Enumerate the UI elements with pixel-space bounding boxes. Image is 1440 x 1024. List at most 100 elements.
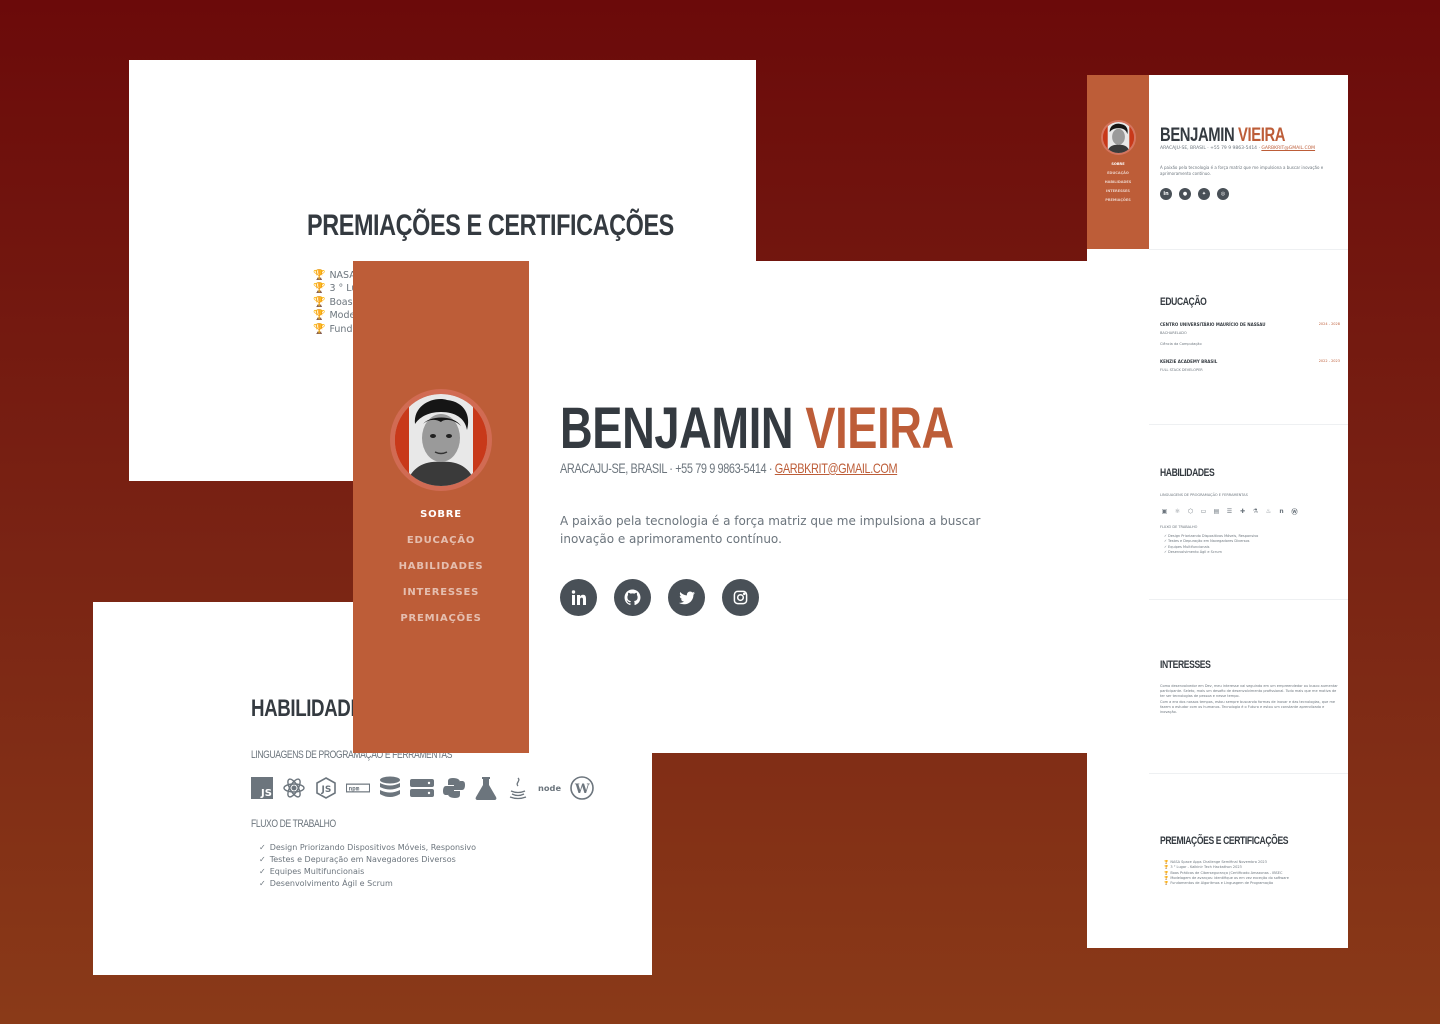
nodejs-icon: ⬡ <box>1187 508 1194 515</box>
svg-text:node: node <box>538 783 561 793</box>
nav-item-habilidades[interactable]: HABILIDADES <box>353 561 529 587</box>
mini-languages-label: LINGUAGENS DE PROGRAMAÇÃO E FERRAMENTAS <box>1160 493 1248 497</box>
nav-item-educacao[interactable]: EDUCAÇÃO <box>353 535 529 561</box>
python-icon: ✚ <box>1239 508 1246 515</box>
workflow-subheading: FLUXO DE TRABALHO <box>251 818 336 830</box>
tool-icons-row: JS JS npm node W <box>250 776 594 800</box>
mini-skills-title: HABILIDADES <box>1160 467 1215 479</box>
workflow-list: ✓ Design Priorizando Dispositivos Móveis,… <box>259 842 476 890</box>
mini-nav-item[interactable]: PREMIAÇÕES <box>1087 198 1149 207</box>
sidebar-nav: SOBRE EDUCAÇÃO HABILIDADES INTERESSES PR… <box>353 509 529 639</box>
check-icon: ✓ <box>259 855 266 864</box>
mini-nav-item[interactable]: HABILIDADES <box>1087 180 1149 189</box>
list-item: ✓ Testes e Depuração em Navegadores Diver… <box>259 855 456 864</box>
trophy-icon: 🏆 <box>1164 881 1169 886</box>
mini-nav: SOBRE EDUCAÇÃO HABILIDADES INTERESSES PR… <box>1087 162 1149 207</box>
flask-icon <box>474 776 498 800</box>
mini-edu-course-1: Ciência da Computação <box>1160 342 1202 346</box>
email-link[interactable]: GARBKRIT@GMAIL.COM <box>775 460 898 476</box>
trophy-icon: 🏆 <box>313 310 326 322</box>
linkedin-icon[interactable]: in <box>1160 188 1172 200</box>
mini-awards-list: 🏆 NASA Space Apps Challenge Semifinal Nov… <box>1164 860 1289 886</box>
mini-edu-school-2: KENZIE ACADEMY BRASIL <box>1160 359 1218 364</box>
list-item: 🏆 Model <box>313 310 358 322</box>
list-item: 🏆 3 ° Lu <box>313 283 358 295</box>
nodejs-icon: JS <box>314 776 338 800</box>
mini-nav-item[interactable]: EDUCAÇÃO <box>1087 171 1149 180</box>
trophy-icon: 🏆 <box>1164 865 1169 870</box>
list-item: ✓ Desenvolvimento Ágil e Scrum <box>259 879 393 888</box>
mini-workflow-list: ✓ Design Priorizando Dispositivos Móveis… <box>1164 534 1258 555</box>
check-icon: ✓ <box>259 879 266 888</box>
mini-education-title: EDUCAÇÃO <box>1160 296 1207 308</box>
mini-edu-degree-2: FULL STACK DEVELOPER <box>1160 368 1203 372</box>
divider <box>1149 773 1348 774</box>
person-name: BENJAMIN VIEIRA <box>560 396 954 461</box>
npm-icon: npm <box>346 776 370 800</box>
mini-edu-dates-2: 2022 - 2023 <box>1318 359 1340 363</box>
trophy-icon: 🏆 <box>313 270 326 281</box>
awards-section-title: PREMIAÇÕES E CERTIFICAÇÕES <box>307 209 674 242</box>
svg-text:W: W <box>574 782 590 797</box>
mini-awards-title: PREMIAÇÕES E CERTIFICAÇÕES <box>1160 835 1289 847</box>
java-icon: ♨ <box>1265 508 1272 515</box>
twitter-icon[interactable] <box>668 579 705 616</box>
list-item: 🏆 Fundo <box>313 323 359 335</box>
full-page-preview-card: SOBRE EDUCAÇÃO HABILIDADES INTERESSES PR… <box>1087 75 1348 948</box>
react-icon: ⚛ <box>1174 508 1181 515</box>
wordpress-icon: W <box>570 776 594 800</box>
divider <box>1149 249 1348 250</box>
mini-interests-text-2: Com a era dos nossos tempos, estou sempr… <box>1160 700 1336 714</box>
nav-item-premiacoes[interactable]: PREMIAÇÕES <box>353 613 529 639</box>
svg-text:npm: npm <box>349 786 360 793</box>
avatar <box>390 389 492 491</box>
trophy-icon: 🏆 <box>1164 870 1169 875</box>
trophy-icon: 🏆 <box>313 296 326 308</box>
nav-item-interesses[interactable]: INTERESSES <box>353 587 529 613</box>
check-icon: ✓ <box>259 867 266 876</box>
mini-edu-dates-1: 2024 - 2028 <box>1318 322 1340 326</box>
node-icon: node <box>538 776 562 800</box>
python-icon <box>442 776 466 800</box>
divider <box>1149 599 1348 600</box>
server-icon <box>410 776 434 800</box>
linkedin-icon[interactable] <box>560 579 597 616</box>
mini-social-icons: in ● ✦ ◎ <box>1160 188 1229 200</box>
mini-sidebar: SOBRE EDUCAÇÃO HABILIDADES INTERESSES PR… <box>1087 75 1149 249</box>
list-item: ✓ Desenvolvimento Ágil e Scrum <box>1164 549 1222 554</box>
database-icon: ▤ <box>1213 508 1220 515</box>
list-item: ✓ Design Priorizando Dispositivos Móveis,… <box>259 843 477 852</box>
twitter-icon[interactable]: ✦ <box>1198 188 1210 200</box>
github-icon[interactable]: ● <box>1179 188 1191 200</box>
mini-nav-item[interactable]: SOBRE <box>1087 162 1149 171</box>
trophy-icon: 🏆 <box>313 283 326 295</box>
list-item: 🏆 Boas <box>313 296 353 308</box>
github-icon[interactable] <box>614 579 651 616</box>
mini-avatar <box>1101 120 1136 155</box>
node-icon: n <box>1279 508 1284 515</box>
sidebar: SOBRE EDUCAÇÃO HABILIDADES INTERESSES PR… <box>353 261 529 753</box>
trophy-icon: 🏆 <box>313 323 326 335</box>
mini-tool-icons: ▣ ⚛ ⬡ ▭ ▤ ☰ ✚ ⚗ ♨ n Ⓦ <box>1160 507 1299 516</box>
js-icon: JS <box>250 776 274 800</box>
js-icon: ▣ <box>1161 508 1168 515</box>
list-item: 🏆 Fundamentos de Algoritmos e Linguagem d… <box>1164 881 1274 886</box>
contact-line: ARACAJU-SE, BRASIL · +55 79 9 9863-5414 … <box>560 460 898 476</box>
social-icons <box>560 579 759 616</box>
check-icon: ✓ <box>259 843 266 852</box>
mini-interests-text-1: Como desenvolvedor em Dev, meu interesse… <box>1160 684 1338 698</box>
wordpress-icon: Ⓦ <box>1291 509 1298 516</box>
react-icon <box>282 776 306 800</box>
mini-nav-item[interactable]: INTERESSES <box>1087 189 1149 198</box>
nav-item-sobre[interactable]: SOBRE <box>353 509 529 535</box>
mini-interests-title: INTERESSES <box>1160 659 1211 671</box>
mini-edu-school-1: CENTRO UNIVERSITÁRIO MAURÍCIO DE NASSAU <box>1160 322 1266 327</box>
instagram-icon[interactable] <box>722 579 759 616</box>
hero-card: SOBRE EDUCAÇÃO HABILIDADES INTERESSES PR… <box>353 261 1087 753</box>
mini-workflow-label: FLUXO DE TRABALHO <box>1160 525 1198 529</box>
server-icon: ☰ <box>1226 508 1233 515</box>
trophy-icon: 🏆 <box>1164 875 1169 880</box>
list-item: ✓ Equipes Multifuncionais <box>259 867 365 876</box>
mini-about-lead: A paixão pela tecnologia é a força matri… <box>1160 165 1324 176</box>
instagram-icon[interactable]: ◎ <box>1217 188 1229 200</box>
